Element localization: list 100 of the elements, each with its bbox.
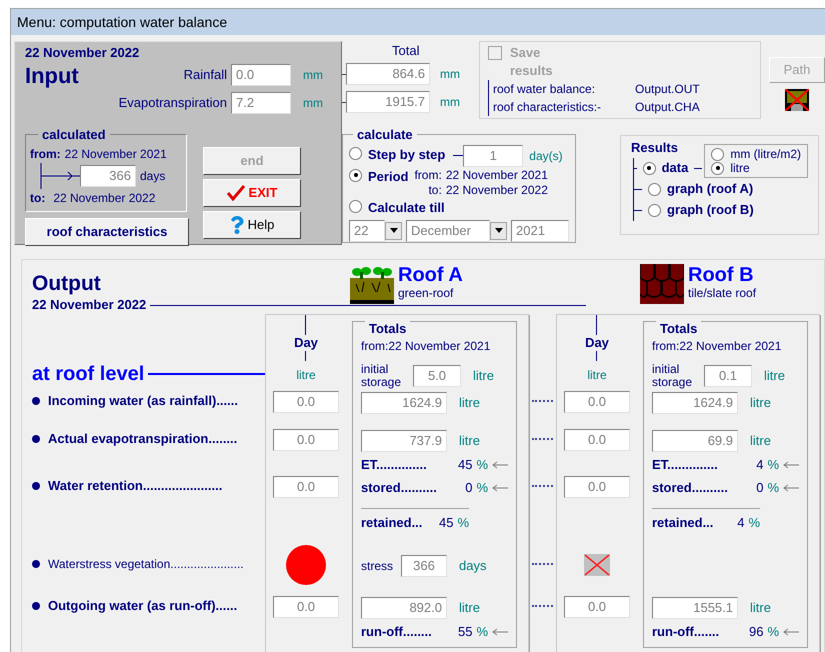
stored-label: stored.......... xyxy=(361,478,438,497)
unit-label: day(s) xyxy=(529,148,563,164)
unit-label: litre xyxy=(473,367,494,386)
days-unit: days xyxy=(140,168,166,184)
initial-storage-label: initial storage xyxy=(361,363,402,389)
value-field[interactable]: 0.0 xyxy=(231,64,291,86)
option-label[interactable]: graph (roof A) xyxy=(667,179,754,199)
runoff-label: run-off........ xyxy=(361,623,433,642)
value-field[interactable]: 0.0 xyxy=(273,391,339,413)
from-label: from: xyxy=(30,146,61,162)
value-field[interactable]: 366 xyxy=(401,555,447,577)
arrow-icon xyxy=(492,628,508,636)
percent-value: 55 xyxy=(456,623,472,642)
value-field[interactable]: 1624.9 xyxy=(361,392,447,414)
value-field[interactable]: 1915.7 xyxy=(346,91,430,113)
percent-unit: % xyxy=(476,623,488,642)
value-field[interactable]: 0.0 xyxy=(273,429,339,451)
option-label[interactable]: data xyxy=(662,158,688,178)
roof-name: Roof B xyxy=(688,264,755,286)
option-label[interactable]: Calculate till xyxy=(368,198,445,217)
radio-button[interactable] xyxy=(349,146,362,160)
plant-roof-icon xyxy=(350,264,394,304)
value-field[interactable]: 1 xyxy=(463,144,524,166)
to-date: 22 November 2022 xyxy=(53,190,156,206)
group-title: calculated xyxy=(41,126,107,144)
radio-button[interactable] xyxy=(349,200,362,212)
value-field[interactable]: 0.0 xyxy=(273,596,339,618)
percent-value: 96 xyxy=(748,623,764,642)
window-title: Menu: computation water balance xyxy=(17,12,228,32)
value-field[interactable]: 366 xyxy=(80,164,136,186)
unit-label: mm xyxy=(302,67,324,84)
percent-value: 0 xyxy=(755,478,764,497)
value-field[interactable]: 892.0 xyxy=(361,597,447,619)
input-date: 22 November 2022 xyxy=(25,45,140,61)
value-field[interactable]: 0.1 xyxy=(704,365,752,387)
bullet-icon xyxy=(32,560,40,568)
value-field[interactable]: 69.9 xyxy=(652,430,738,452)
roof-characteristics-button[interactable]: roof characteristics xyxy=(25,218,189,246)
value-field[interactable]: 2021 xyxy=(511,220,569,242)
value-field[interactable]: 1624.9 xyxy=(652,392,738,414)
caret-icon xyxy=(390,228,398,233)
roof-tiles-icon xyxy=(640,264,684,304)
arrow-icon xyxy=(492,484,508,492)
input-title: Input xyxy=(25,62,80,90)
row-label: Outgoing water (as run-off)...... xyxy=(48,597,238,616)
unit-label: days xyxy=(459,557,486,576)
help-button[interactable]: Help xyxy=(203,211,301,239)
row-label: Actual evapotranspiration........ xyxy=(48,430,238,448)
value-field[interactable]: 1555.1 xyxy=(652,597,738,619)
value-field[interactable]: 0.0 xyxy=(564,596,630,618)
day-heading: Day xyxy=(294,335,318,351)
option-label[interactable]: Period xyxy=(368,166,408,186)
percent-unit: % xyxy=(476,456,488,474)
option-label[interactable]: graph (roof B) xyxy=(667,200,754,220)
option-label[interactable]: Step by step xyxy=(368,144,446,164)
unit-label: mm xyxy=(439,66,460,83)
results-heading: Results xyxy=(631,139,678,157)
value-field[interactable]: 0.0 xyxy=(564,429,630,451)
unit-label: litre xyxy=(459,432,480,450)
radio-button[interactable] xyxy=(349,168,362,182)
percent-unit: % xyxy=(457,514,469,532)
stress-label: stress xyxy=(361,558,394,575)
question-icon xyxy=(230,216,244,234)
totals-from: from:22 November 2021 xyxy=(652,338,782,354)
radio-button[interactable] xyxy=(711,148,724,160)
radio-button[interactable] xyxy=(648,204,661,216)
group-title: calculate xyxy=(356,126,414,144)
value-field[interactable]: 7.2 xyxy=(231,92,291,114)
value-field[interactable]: 22 xyxy=(349,220,385,242)
day-heading: Day xyxy=(585,335,609,351)
retained-label: retained... xyxy=(652,514,714,532)
file-name: Output.CHA xyxy=(635,99,700,116)
retained-label: retained... xyxy=(361,514,424,532)
percent-value: 45 xyxy=(438,514,454,532)
level-heading: at roof level xyxy=(32,362,144,387)
unit-label: mm xyxy=(439,94,460,111)
totals-heading: Totals xyxy=(656,320,702,336)
disabled-disk-icon xyxy=(785,89,809,111)
value-field[interactable]: 864.6 xyxy=(346,63,430,85)
output-title: Output xyxy=(32,271,102,297)
radio-button[interactable] xyxy=(648,182,661,196)
dropdown-button[interactable] xyxy=(490,222,507,240)
percent-value: 4 xyxy=(736,514,744,532)
value-field[interactable]: 0.0 xyxy=(273,476,339,498)
percent-value: 45 xyxy=(456,456,472,474)
percent-unit: % xyxy=(767,456,779,474)
value-field[interactable]: December xyxy=(406,220,490,242)
value-field[interactable]: 5.0 xyxy=(413,365,461,387)
radio-button[interactable] xyxy=(642,162,656,174)
totals-from: from:22 November 2021 xyxy=(361,338,490,354)
percent-unit: % xyxy=(476,478,488,497)
value-field[interactable]: 0.0 xyxy=(564,391,630,413)
exit-button[interactable]: EXIT xyxy=(203,179,301,207)
value-field[interactable]: 737.9 xyxy=(361,430,447,452)
dropdown-button[interactable] xyxy=(385,222,402,240)
to-date: 22 November 2022 xyxy=(446,182,548,198)
unit-label: litre xyxy=(764,367,785,386)
value-field[interactable]: 0.0 xyxy=(564,476,630,498)
radio-button[interactable] xyxy=(711,162,724,174)
arrow-connector-icon xyxy=(40,162,80,188)
